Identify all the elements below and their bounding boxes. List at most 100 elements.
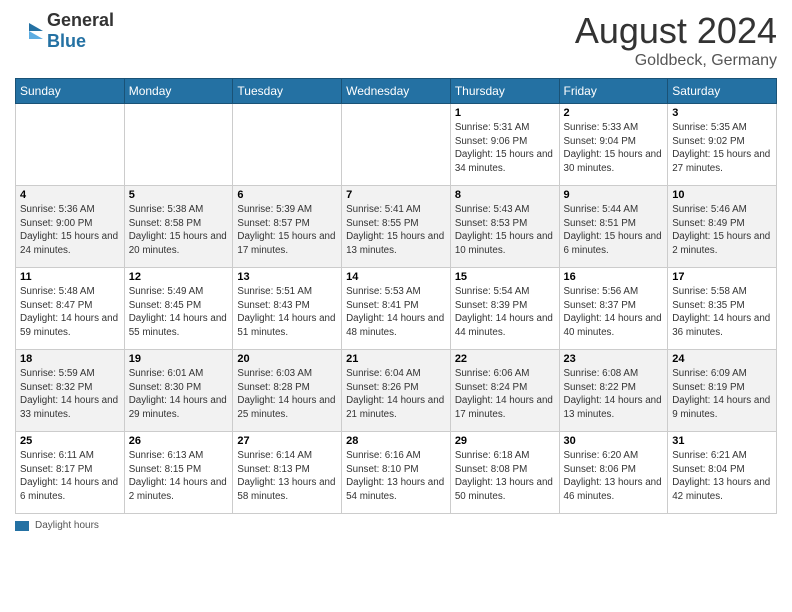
- day-cell-7: 7Sunrise: 5:41 AMSunset: 8:55 PMDaylight…: [342, 186, 451, 268]
- weekday-header-thursday: Thursday: [450, 79, 559, 104]
- day-info: Sunrise: 5:46 AMSunset: 8:49 PMDaylight:…: [672, 203, 772, 258]
- day-number: 15: [455, 271, 555, 283]
- day-cell-19: 19 Sunrise: 6:01 AMSunset: 8:30 PMDayligh…: [124, 350, 233, 432]
- day-cell-17: 17 Sunrise: 5:58 AMSunset: 8:35 PMDayligh…: [668, 268, 777, 350]
- day-cell-empty-0: [16, 104, 125, 186]
- day-cell-empty-2: [233, 104, 342, 186]
- weekday-header-monday: Monday: [124, 79, 233, 104]
- day-cell-4: 4Sunrise: 5:36 AMSunset: 9:00 PMDaylight…: [16, 186, 125, 268]
- day-number: 20: [237, 353, 337, 365]
- logo-bird-icon: [15, 21, 43, 41]
- day-cell-2: 2 Sunrise: 5:33 AMSunset: 9:04 PMDaylight…: [559, 104, 668, 186]
- day-cell-29: 29 Sunrise: 6:18 AMSunset: 8:08 PMDayligh…: [450, 432, 559, 514]
- day-number: 12: [129, 271, 229, 283]
- day-number: 2: [564, 107, 664, 119]
- day-cell-13: 13Sunrise: 5:51 AMSunset: 8:43 PMDayligh…: [233, 268, 342, 350]
- day-info: Sunrise: 5:33 AMSunset: 9:04 PMDaylight:…: [564, 121, 664, 176]
- weekday-header-saturday: Saturday: [668, 79, 777, 104]
- day-cell-1: 1 Sunrise: 5:31 AMSunset: 9:06 PMDaylight…: [450, 104, 559, 186]
- week-row-1: 1 Sunrise: 5:31 AMSunset: 9:06 PMDaylight…: [16, 104, 777, 186]
- day-number: 24: [672, 353, 772, 365]
- day-cell-14: 14 Sunrise: 5:53 AMSunset: 8:41 PMDayligh…: [342, 268, 451, 350]
- day-info: Sunrise: 6:03 AMSunset: 8:28 PMDaylight:…: [237, 367, 337, 422]
- day-info: Sunrise: 6:16 AMSunset: 8:10 PMDaylight:…: [346, 449, 446, 504]
- day-number: 18: [20, 353, 120, 365]
- weekday-header-friday: Friday: [559, 79, 668, 104]
- day-info: Sunrise: 6:13 AMSunset: 8:15 PMDaylight:…: [129, 449, 229, 504]
- calendar-table: SundayMondayTuesdayWednesdayThursdayFrid…: [15, 78, 777, 514]
- day-info: Sunrise: 5:38 AMSunset: 8:58 PMDaylight:…: [129, 203, 229, 258]
- day-number: 11: [20, 271, 120, 283]
- title-block: August 2024 Goldbeck, Germany: [575, 10, 777, 70]
- day-cell-22: 22 Sunrise: 6:06 AMSunset: 8:24 PMDayligh…: [450, 350, 559, 432]
- location-title: Goldbeck, Germany: [575, 52, 777, 70]
- day-number: 30: [564, 435, 664, 447]
- weekday-header-wednesday: Wednesday: [342, 79, 451, 104]
- day-cell-16: 16 Sunrise: 5:56 AMSunset: 8:37 PMDayligh…: [559, 268, 668, 350]
- logo-general: General: [47, 10, 114, 30]
- logo-blue: Blue: [47, 31, 86, 51]
- day-info: Sunrise: 6:21 AMSunset: 8:04 PMDaylight:…: [672, 449, 772, 504]
- day-number: 16: [564, 271, 664, 283]
- page: General Blue August 2024 Goldbeck, Germa…: [0, 0, 792, 541]
- day-cell-12: 12 Sunrise: 5:49 AMSunset: 8:45 PMDayligh…: [124, 268, 233, 350]
- day-info: Sunrise: 5:53 AMSunset: 8:41 PMDaylight:…: [346, 285, 446, 340]
- day-number: 21: [346, 353, 446, 365]
- day-info: Sunrise: 5:49 AMSunset: 8:45 PMDaylight:…: [129, 285, 229, 340]
- day-number: 9: [564, 189, 664, 201]
- day-number: 26: [129, 435, 229, 447]
- day-number: 28: [346, 435, 446, 447]
- weekday-header-tuesday: Tuesday: [233, 79, 342, 104]
- day-number: 4: [20, 189, 120, 201]
- day-number: 29: [455, 435, 555, 447]
- day-number: 31: [672, 435, 772, 447]
- day-cell-30: 30 Sunrise: 6:20 AMSunset: 8:06 PMDayligh…: [559, 432, 668, 514]
- day-number: 14: [346, 271, 446, 283]
- day-number: 6: [237, 189, 337, 201]
- day-cell-27: 27 Sunrise: 6:14 AMSunset: 8:13 PMDayligh…: [233, 432, 342, 514]
- day-info: Sunrise: 5:31 AMSunset: 9:06 PMDaylight:…: [455, 121, 555, 176]
- week-row-2: 4Sunrise: 5:36 AMSunset: 9:00 PMDaylight…: [16, 186, 777, 268]
- day-info: Sunrise: 6:14 AMSunset: 8:13 PMDaylight:…: [237, 449, 337, 504]
- day-info: Sunrise: 5:54 AMSunset: 8:39 PMDaylight:…: [455, 285, 555, 340]
- day-info: Sunrise: 5:43 AMSunset: 8:53 PMDaylight:…: [455, 203, 555, 258]
- day-info: Sunrise: 6:11 AMSunset: 8:17 PMDaylight:…: [20, 449, 120, 504]
- day-cell-empty-3: [342, 104, 451, 186]
- day-info: Sunrise: 6:01 AMSunset: 8:30 PMDaylight:…: [129, 367, 229, 422]
- logo-text: General Blue: [47, 10, 114, 52]
- day-number: 8: [455, 189, 555, 201]
- month-title: August 2024: [575, 10, 777, 52]
- day-info: Sunrise: 6:08 AMSunset: 8:22 PMDaylight:…: [564, 367, 664, 422]
- day-cell-20: 20 Sunrise: 6:03 AMSunset: 8:28 PMDayligh…: [233, 350, 342, 432]
- day-info: Sunrise: 5:44 AMSunset: 8:51 PMDaylight:…: [564, 203, 664, 258]
- day-number: 17: [672, 271, 772, 283]
- day-number: 23: [564, 353, 664, 365]
- day-cell-25: 25Sunrise: 6:11 AMSunset: 8:17 PMDayligh…: [16, 432, 125, 514]
- day-cell-24: 24Sunrise: 6:09 AMSunset: 8:19 PMDayligh…: [668, 350, 777, 432]
- day-number: 19: [129, 353, 229, 365]
- logo: General Blue: [15, 10, 114, 52]
- day-info: Sunrise: 6:06 AMSunset: 8:24 PMDaylight:…: [455, 367, 555, 422]
- day-info: Sunrise: 6:20 AMSunset: 8:06 PMDaylight:…: [564, 449, 664, 504]
- week-row-5: 25Sunrise: 6:11 AMSunset: 8:17 PMDayligh…: [16, 432, 777, 514]
- day-info: Sunrise: 5:35 AMSunset: 9:02 PMDaylight:…: [672, 121, 772, 176]
- day-cell-21: 21Sunrise: 6:04 AMSunset: 8:26 PMDayligh…: [342, 350, 451, 432]
- day-number: 27: [237, 435, 337, 447]
- day-info: Sunrise: 5:39 AMSunset: 8:57 PMDaylight:…: [237, 203, 337, 258]
- day-cell-18: 18Sunrise: 5:59 AMSunset: 8:32 PMDayligh…: [16, 350, 125, 432]
- day-info: Sunrise: 5:48 AMSunset: 8:47 PMDaylight:…: [20, 285, 120, 340]
- legend-color-box: [15, 521, 29, 531]
- day-cell-8: 8 Sunrise: 5:43 AMSunset: 8:53 PMDaylight…: [450, 186, 559, 268]
- day-number: 3: [672, 107, 772, 119]
- day-cell-15: 15 Sunrise: 5:54 AMSunset: 8:39 PMDayligh…: [450, 268, 559, 350]
- day-number: 10: [672, 189, 772, 201]
- day-info: Sunrise: 5:58 AMSunset: 8:35 PMDaylight:…: [672, 285, 772, 340]
- day-cell-11: 11 Sunrise: 5:48 AMSunset: 8:47 PMDayligh…: [16, 268, 125, 350]
- day-info: Sunrise: 5:56 AMSunset: 8:37 PMDaylight:…: [564, 285, 664, 340]
- day-cell-23: 23 Sunrise: 6:08 AMSunset: 8:22 PMDayligh…: [559, 350, 668, 432]
- day-info: Sunrise: 6:18 AMSunset: 8:08 PMDaylight:…: [455, 449, 555, 504]
- day-cell-26: 26 Sunrise: 6:13 AMSunset: 8:15 PMDayligh…: [124, 432, 233, 514]
- day-number: 22: [455, 353, 555, 365]
- day-number: 1: [455, 107, 555, 119]
- day-cell-6: 6 Sunrise: 5:39 AMSunset: 8:57 PMDaylight…: [233, 186, 342, 268]
